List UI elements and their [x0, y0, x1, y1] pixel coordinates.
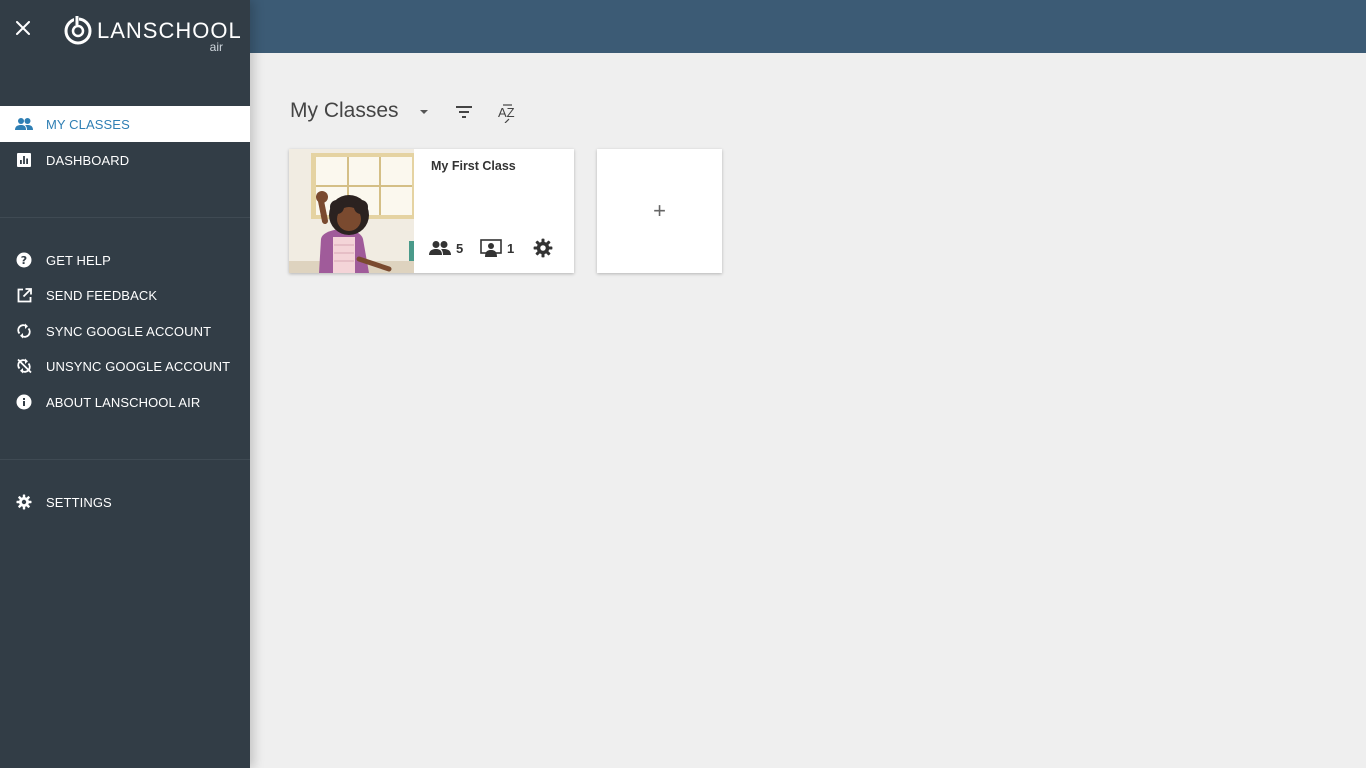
sync-disabled-icon [15, 357, 33, 375]
nav-dashboard[interactable]: DASHBOARD [0, 142, 250, 178]
nav-get-help-label: GET HELP [46, 252, 111, 268]
filter-icon [456, 106, 472, 118]
sidebar: LANSCHOOL air MY CLASSES DASHBOARD ? GET… [0, 0, 250, 768]
class-dropdown-button[interactable] [416, 104, 432, 120]
filter-button[interactable] [453, 101, 475, 123]
page-title[interactable]: My Classes [290, 99, 399, 123]
svg-text:AZ: AZ [498, 105, 515, 120]
nav-my-classes[interactable]: MY CLASSES [0, 106, 250, 142]
nav-dashboard-label: DASHBOARD [46, 152, 130, 168]
sync-icon [15, 322, 33, 340]
plus-icon: + [653, 198, 666, 223]
class-thumbnail [289, 149, 414, 273]
lanschool-logo: LANSCHOOL air [62, 12, 241, 56]
students-count-value: 5 [456, 240, 464, 256]
caret-down-icon [420, 110, 428, 114]
gear-icon [15, 493, 33, 511]
bar-chart-icon [15, 151, 33, 169]
class-card[interactable]: My First Class 5 1 [289, 149, 574, 273]
nav-settings[interactable]: SETTINGS [0, 484, 250, 520]
students-count: 5 [429, 238, 463, 258]
sort-az-button[interactable]: AZ [495, 101, 519, 124]
teacher-screen-icon [480, 239, 502, 257]
nav-my-classes-label: MY CLASSES [46, 116, 130, 132]
info-icon [15, 393, 33, 411]
nav-send-feedback-label: SEND FEEDBACK [46, 287, 158, 303]
nav-about-label: ABOUT LANSCHOOL AIR [46, 394, 201, 410]
logo-subtext: air [209, 40, 223, 54]
help-icon: ? [15, 251, 33, 269]
nav-unsync-google-account-label: UNSYNC GOOGLE ACCOUNT [46, 358, 231, 374]
class-settings-button[interactable] [533, 238, 553, 258]
gear-icon [533, 238, 553, 258]
nav-sync-google-account[interactable]: SYNC GOOGLE ACCOUNT [0, 313, 250, 349]
class-name: My First Class [431, 159, 516, 173]
close-sidebar-button[interactable] [11, 16, 35, 40]
nav-get-help[interactable]: ? GET HELP [0, 242, 250, 278]
nav-about-lanschool-air[interactable]: ABOUT LANSCHOOL AIR [0, 384, 250, 420]
devices-count: 1 [480, 238, 514, 258]
nav-settings-label: SETTINGS [46, 494, 112, 510]
people-icon [15, 115, 33, 133]
nav-unsync-google-account[interactable]: UNSYNC GOOGLE ACCOUNT [0, 348, 250, 384]
close-icon [16, 21, 30, 35]
nav-send-feedback[interactable]: SEND FEEDBACK [0, 277, 250, 313]
sidebar-divider [0, 217, 250, 218]
sidebar-divider [0, 459, 250, 460]
add-class-button[interactable]: + [597, 149, 722, 273]
external-link-icon [15, 286, 33, 304]
logo-mark-icon [64, 15, 92, 45]
sort-az-icon: AZ [498, 104, 515, 124]
people-icon [429, 241, 451, 255]
devices-count-value: 1 [507, 240, 515, 256]
nav-sync-google-account-label: SYNC GOOGLE ACCOUNT [46, 323, 212, 339]
svg-text:?: ? [21, 254, 27, 267]
